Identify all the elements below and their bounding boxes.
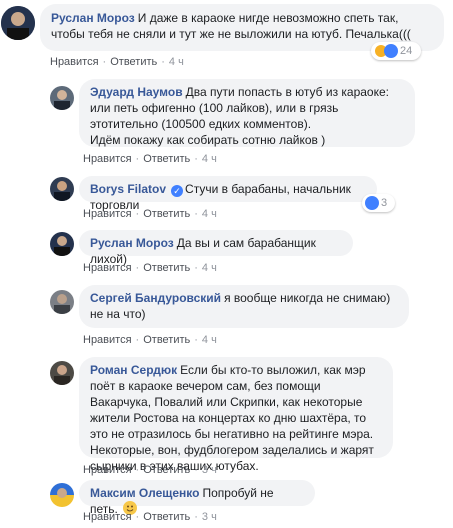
comment-time[interactable]: 4 ч [169,56,184,68]
like-link[interactable]: Нравится [50,56,99,68]
comment-actions: Нравится · Ответить · 4 ч [83,334,217,346]
comment-time[interactable]: 3 ч [202,464,217,476]
like-link[interactable]: Нравится [83,464,132,476]
reaction-summary[interactable]: 3 [362,194,395,212]
verified-badge-icon: ✓ [171,185,184,197]
avatar-photo [50,483,74,507]
comment-author[interactable]: Сергей Бандуровский [90,291,221,305]
avatar[interactable] [50,483,74,507]
like-link[interactable]: Нравится [83,208,132,220]
comment-time[interactable]: 4 ч [202,262,217,274]
like-link[interactable]: Нравится [83,153,132,165]
comment-bubble: Эдуард Наумов Два пути попасть в ютуб из … [79,79,415,147]
reply-link[interactable]: Ответить [143,334,190,346]
avatar[interactable] [50,177,74,201]
comment-bubble: Borys Filatov ✓ Стучи в барабаны, начальни… [79,176,377,212]
reply-link[interactable]: Ответить [110,56,157,68]
avatar-photo [50,290,74,314]
comment-author[interactable]: Максим Олещенко [90,486,199,500]
comment-author[interactable]: Borys Filatov [90,182,166,196]
comment-time[interactable]: 3 ч [202,511,217,523]
avatar-photo [1,6,35,40]
reply-link[interactable]: Ответить [143,511,190,523]
comment-bubble: Роман Сердюк Если бы кто-то выложил, как … [79,357,393,473]
avatar[interactable] [50,232,74,256]
comment-author[interactable]: Роман Сердюк [90,363,177,377]
like-link[interactable]: Нравится [83,262,132,274]
avatar[interactable] [1,6,35,40]
comment-author[interactable]: Руслан Мороз [90,236,174,250]
reaction-count: 24 [400,45,413,57]
comment-actions: Нравится · Ответить · 4 ч [83,153,217,165]
comment-time[interactable]: 4 ч [202,208,217,220]
comment-bubble: Сергей Бандуровский я вообще никогда не с… [79,285,409,328]
comment-bubble: Максим Олещенко Попробуй не петь. [79,480,315,516]
comment-actions: Нравится · Ответить · 4 ч [50,56,184,68]
reply-link[interactable]: Ответить [143,208,190,220]
like-icon [384,44,398,58]
comment-actions: Нравится · Ответить · 4 ч [83,262,217,274]
comment-author[interactable]: Руслан Мороз [51,11,135,25]
avatar[interactable] [50,86,74,110]
like-icon [365,196,379,210]
avatar-photo [50,177,74,201]
like-link[interactable]: Нравится [83,511,132,523]
reaction-count: 3 [381,197,388,209]
reaction-summary[interactable]: 24 [371,42,421,60]
avatar-photo [50,86,74,110]
comment-bubble: Руслан Мороз Да вы и сам барабанщик лихой… [79,230,353,266]
avatar[interactable] [50,290,74,314]
reply-link[interactable]: Ответить [143,153,190,165]
avatar[interactable] [50,361,74,385]
reply-link[interactable]: Ответить [143,262,190,274]
comment-text: Если бы кто-то выложил, как мэр поёт в к… [90,363,374,473]
like-link[interactable]: Нравится [83,334,132,346]
comment-time[interactable]: 4 ч [202,334,217,346]
avatar-photo [50,232,74,256]
reply-link[interactable]: Ответить [143,464,190,476]
avatar-photo [50,361,74,385]
comment-actions: Нравится · Ответить · 3 ч [83,464,217,476]
comment-text-line-2: Идём покажу как собирать сотню лайков ) [90,133,326,147]
comment-actions: Нравится · Ответить · 3 ч [83,511,217,523]
comment-actions: Нравится · Ответить · 4 ч [83,208,217,220]
comment-author[interactable]: Эдуард Наумов [90,85,183,99]
comment-time[interactable]: 4 ч [202,153,217,165]
